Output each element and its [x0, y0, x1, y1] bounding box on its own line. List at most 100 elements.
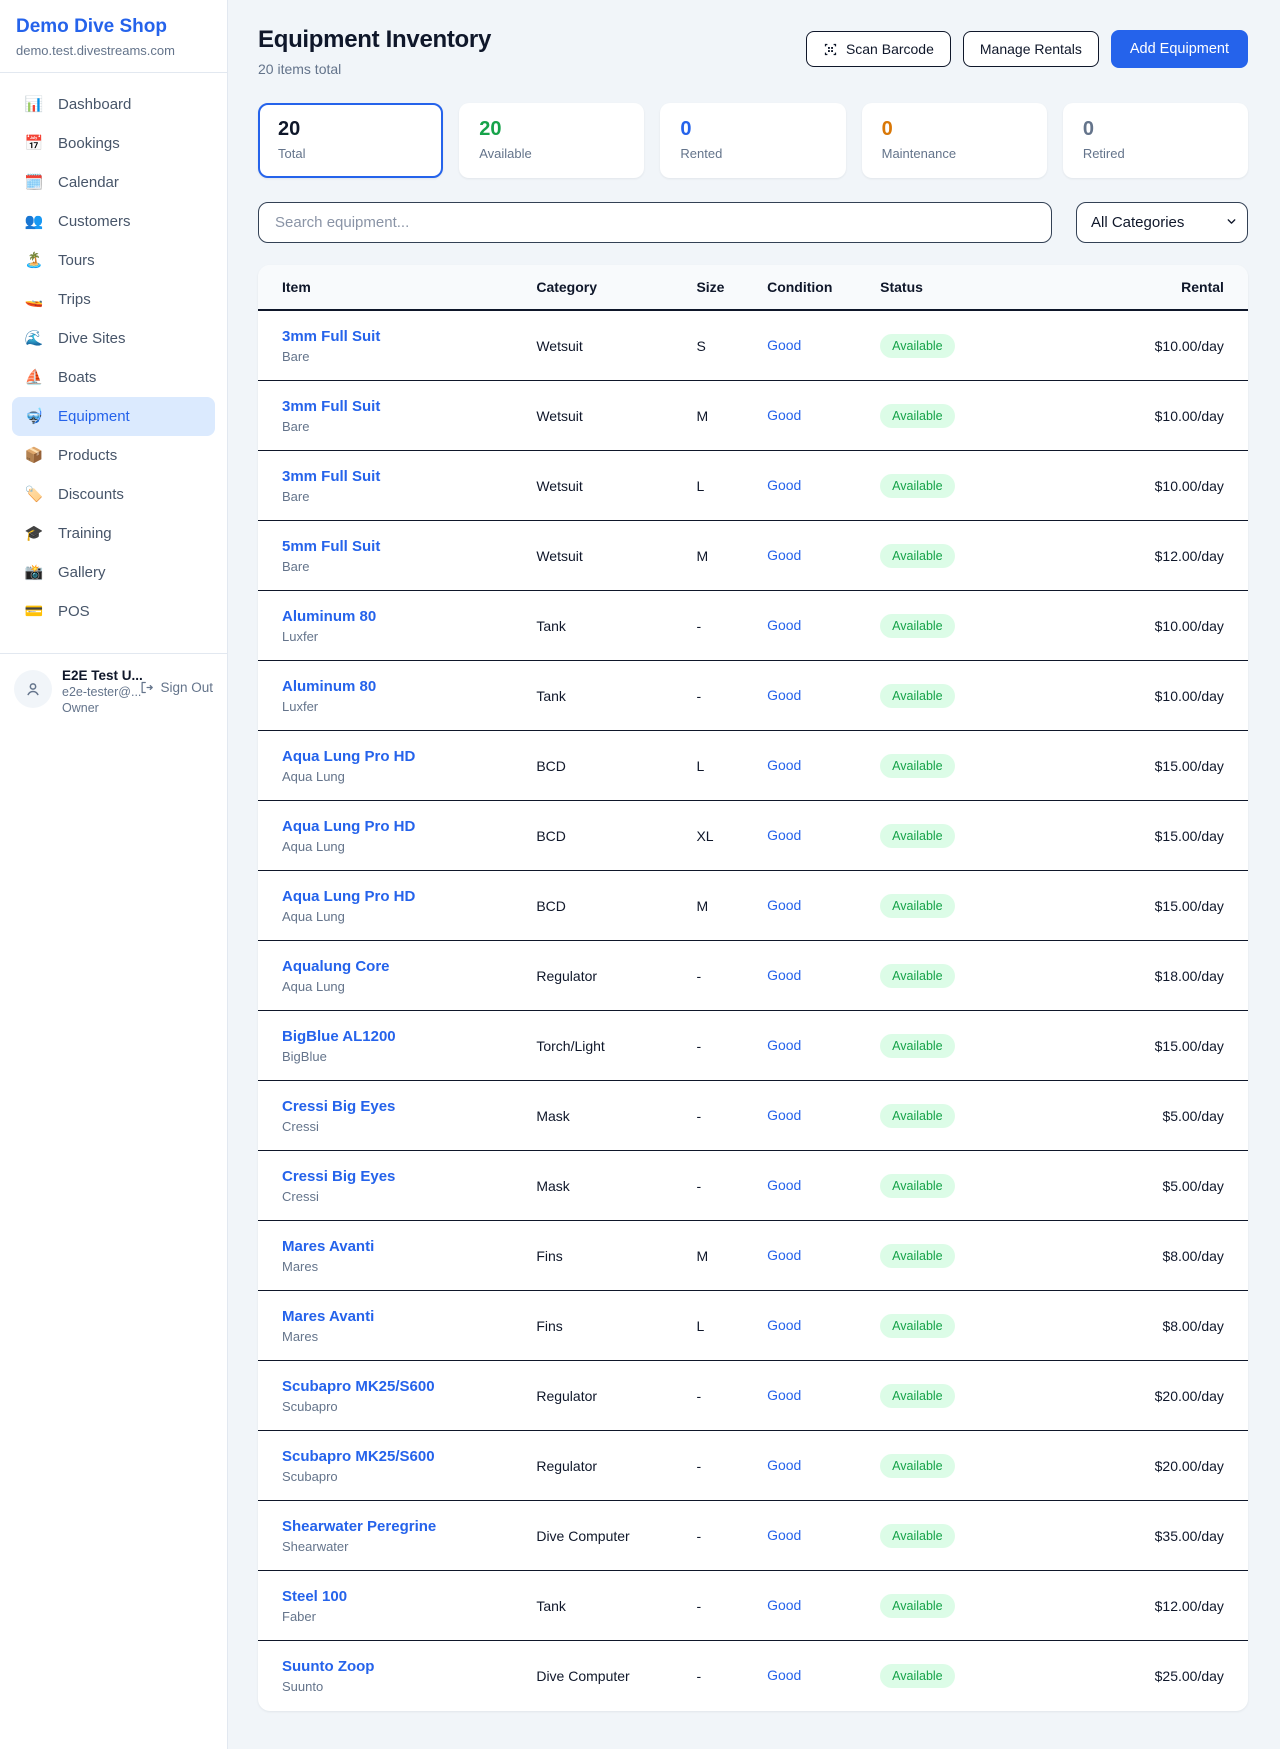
item-name-link[interactable]: Mares Avanti	[282, 1238, 536, 1255]
condition-link[interactable]: Good	[767, 827, 801, 843]
item-name-link[interactable]: 3mm Full Suit	[282, 398, 536, 415]
item-brand: Scubapro	[282, 1469, 536, 1484]
condition-link[interactable]: Good	[767, 1387, 801, 1403]
condition-link[interactable]: Good	[767, 617, 801, 633]
stat-card[interactable]: 0 Rented	[660, 103, 845, 178]
item-category: Mask	[536, 1178, 696, 1194]
condition-link[interactable]: Good	[767, 1317, 801, 1333]
stat-card[interactable]: 0 Retired	[1063, 103, 1248, 178]
condition-link[interactable]: Good	[767, 1667, 801, 1683]
item-name-link[interactable]: 5mm Full Suit	[282, 538, 536, 555]
condition-link[interactable]: Good	[767, 897, 801, 913]
sidebar-item[interactable]: 🌊 Dive Sites	[12, 319, 215, 358]
condition-link[interactable]: Good	[767, 1457, 801, 1473]
user-email: e2e-tester@...	[62, 685, 129, 699]
condition-link[interactable]: Good	[767, 547, 801, 563]
item-name-link[interactable]: Aluminum 80	[282, 608, 536, 625]
item-brand: Mares	[282, 1329, 536, 1344]
table-row: Aluminum 80 Luxfer Tank - Good Available…	[258, 661, 1248, 731]
condition-link[interactable]: Good	[767, 1107, 801, 1123]
item-brand: Bare	[282, 419, 536, 434]
condition-link[interactable]: Good	[767, 687, 801, 703]
item-name-link[interactable]: Aqualung Core	[282, 958, 536, 975]
item-name-link[interactable]: 3mm Full Suit	[282, 468, 536, 485]
item-brand: Cressi	[282, 1189, 536, 1204]
column-header-item: Item	[282, 279, 536, 295]
condition-link[interactable]: Good	[767, 1247, 801, 1263]
condition-link[interactable]: Good	[767, 1037, 801, 1053]
sidebar-item[interactable]: 🤿 Equipment	[12, 397, 215, 436]
sidebar-item-icon: 💳	[24, 604, 44, 619]
sidebar-item[interactable]: 🚤 Trips	[12, 280, 215, 319]
sidebar-item[interactable]: 📊 Dashboard	[12, 85, 215, 124]
item-name-link[interactable]: 3mm Full Suit	[282, 328, 536, 345]
condition-link[interactable]: Good	[767, 407, 801, 423]
sidebar-item[interactable]: 💳 POS	[12, 592, 215, 631]
item-rental: $5.00/day	[1087, 1108, 1224, 1124]
item-size: S	[696, 338, 767, 354]
sidebar-item-label: Dashboard	[58, 96, 131, 113]
item-name-link[interactable]: Aqua Lung Pro HD	[282, 888, 536, 905]
item-category: BCD	[536, 828, 696, 844]
item-name-link[interactable]: Cressi Big Eyes	[282, 1168, 536, 1185]
sidebar-item[interactable]: 📅 Bookings	[12, 124, 215, 163]
sign-out-button[interactable]: Sign Out	[139, 680, 213, 695]
item-rental: $15.00/day	[1087, 828, 1224, 844]
condition-link[interactable]: Good	[767, 477, 801, 493]
manage-rentals-button[interactable]: Manage Rentals	[963, 31, 1099, 67]
condition-link[interactable]: Good	[767, 757, 801, 773]
sidebar-item[interactable]: 🗓️ Calendar	[12, 163, 215, 202]
sidebar-item[interactable]: 🏝️ Tours	[12, 241, 215, 280]
item-name-link[interactable]: Shearwater Peregrine	[282, 1518, 536, 1535]
sidebar-item-icon: 🚤	[24, 292, 44, 307]
add-equipment-button[interactable]: Add Equipment	[1111, 30, 1248, 68]
search-input[interactable]	[258, 202, 1052, 243]
page-title: Equipment Inventory	[258, 26, 491, 54]
item-size: -	[696, 1038, 767, 1054]
item-name-link[interactable]: Aqua Lung Pro HD	[282, 818, 536, 835]
stat-card[interactable]: 20 Total	[258, 103, 443, 178]
sidebar-item-label: Training	[58, 525, 112, 542]
brand-link[interactable]: Demo Dive Shop	[16, 16, 211, 38]
item-name-link[interactable]: Cressi Big Eyes	[282, 1098, 536, 1115]
brand-block: Demo Dive Shop demo.test.divestreams.com	[0, 0, 227, 73]
item-rental: $35.00/day	[1087, 1528, 1224, 1544]
item-name-link[interactable]: BigBlue AL1200	[282, 1028, 536, 1045]
status-badge: Available	[880, 1524, 955, 1548]
item-name-link[interactable]: Mares Avanti	[282, 1308, 536, 1325]
item-category: Regulator	[536, 968, 696, 984]
item-category: Tank	[536, 688, 696, 704]
scan-barcode-button[interactable]: Scan Barcode	[806, 31, 951, 67]
item-name-link[interactable]: Aqua Lung Pro HD	[282, 748, 536, 765]
category-select[interactable]: All Categories	[1076, 202, 1248, 243]
table-row: Aqua Lung Pro HD Aqua Lung BCD L Good Av…	[258, 731, 1248, 801]
condition-link[interactable]: Good	[767, 1527, 801, 1543]
sidebar-item[interactable]: 👥 Customers	[12, 202, 215, 241]
item-rental: $10.00/day	[1087, 338, 1224, 354]
sidebar-item[interactable]: 📦 Products	[12, 436, 215, 475]
item-name-link[interactable]: Suunto Zoop	[282, 1658, 536, 1675]
condition-link[interactable]: Good	[767, 967, 801, 983]
item-rental: $5.00/day	[1087, 1178, 1224, 1194]
stat-card[interactable]: 0 Maintenance	[862, 103, 1047, 178]
item-name-link[interactable]: Scubapro MK25/S600	[282, 1448, 536, 1465]
item-size: -	[696, 1528, 767, 1544]
item-name-link[interactable]: Steel 100	[282, 1588, 536, 1605]
sidebar-item[interactable]: ⛵ Boats	[12, 358, 215, 397]
barcode-scan-icon	[823, 42, 838, 57]
item-brand: Bare	[282, 349, 536, 364]
stat-label: Rented	[680, 146, 825, 161]
item-name-link[interactable]: Scubapro MK25/S600	[282, 1378, 536, 1395]
item-category: Regulator	[536, 1388, 696, 1404]
item-size: -	[696, 1668, 767, 1684]
item-category: Fins	[536, 1248, 696, 1264]
condition-link[interactable]: Good	[767, 337, 801, 353]
item-name-link[interactable]: Aluminum 80	[282, 678, 536, 695]
condition-link[interactable]: Good	[767, 1597, 801, 1613]
user-meta: E2E Test U... e2e-tester@... Owner	[62, 668, 129, 715]
sidebar-item[interactable]: 🎓 Training	[12, 514, 215, 553]
stat-card[interactable]: 20 Available	[459, 103, 644, 178]
sidebar-item[interactable]: 🏷️ Discounts	[12, 475, 215, 514]
condition-link[interactable]: Good	[767, 1177, 801, 1193]
sidebar-item[interactable]: 📸 Gallery	[12, 553, 215, 592]
